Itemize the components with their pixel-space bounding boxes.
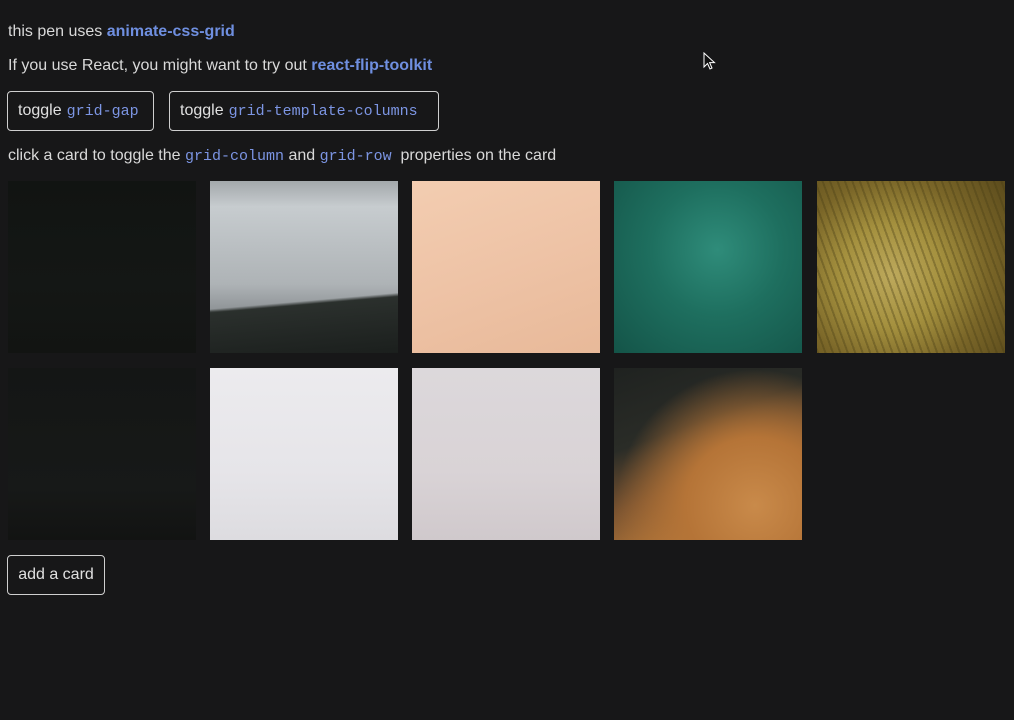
toggle-grid-gap-code: grid-gap bbox=[66, 102, 139, 120]
react-note-text: If you use React, you might want to try … bbox=[8, 56, 432, 76]
add-card-button[interactable]: add a card bbox=[7, 555, 105, 595]
card-white-fabric[interactable] bbox=[210, 368, 398, 540]
instructions-text: click a card to toggle the grid-column a… bbox=[8, 146, 556, 167]
intro-prefix: this pen uses bbox=[8, 23, 107, 40]
toggle-columns-code: grid-template-columns bbox=[228, 102, 418, 120]
card-pale-pink[interactable] bbox=[412, 368, 600, 540]
grid-column-code: grid-column bbox=[184, 148, 285, 165]
page: this pen uses animate-css-grid If you us… bbox=[0, 0, 1014, 720]
mouse-pointer-icon bbox=[703, 52, 716, 70]
card-mountain-sky[interactable] bbox=[210, 181, 398, 353]
toggle-grid-gap-button[interactable]: toggle grid-gap bbox=[7, 91, 154, 131]
card-dark-forest[interactable] bbox=[8, 181, 196, 353]
card-dark-texture[interactable] bbox=[8, 368, 196, 540]
card-dry-grass[interactable] bbox=[817, 181, 1005, 353]
instructions-part1: click a card to toggle the bbox=[8, 147, 185, 164]
react-flip-toolkit-link[interactable]: react-flip-toolkit bbox=[311, 57, 432, 74]
instructions-part2: and bbox=[284, 147, 320, 164]
toggle-grid-template-columns-button[interactable]: toggle grid-template-columns bbox=[169, 91, 439, 131]
react-note-prefix: If you use React, you might want to try … bbox=[8, 57, 312, 74]
instructions-part3: properties on the card bbox=[391, 147, 557, 164]
toggle-columns-word: toggle bbox=[180, 102, 224, 119]
grid-row-code: grid-row bbox=[319, 148, 392, 165]
animate-css-grid-link[interactable]: animate-css-grid bbox=[107, 23, 235, 40]
card-peach-skin[interactable] bbox=[412, 181, 600, 353]
card-blurred-portrait[interactable] bbox=[614, 368, 802, 540]
intro-text: this pen uses animate-css-grid bbox=[8, 22, 235, 42]
card-ocean-water[interactable] bbox=[614, 181, 802, 353]
toggle-grid-gap-word: toggle bbox=[18, 102, 62, 119]
